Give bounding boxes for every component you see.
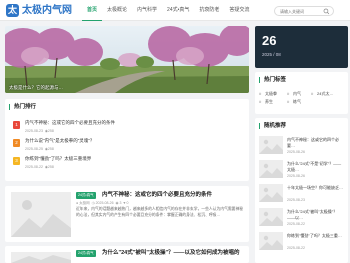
ranking-item[interactable]: 3 你练到"懂劲"了吗？太极三重境界 2025-08-22 ◉258 <box>13 155 249 172</box>
post-date: 2025-08-25 <box>25 147 43 151</box>
recommend-panel: 随机推荐 内气不神秘：这或它的四个必要… 2025-08-26 为什么"24式"… <box>255 118 348 263</box>
recommend-title: 随机推荐 <box>259 123 286 129</box>
article-card[interactable]: 24式•真气 为什么"24式"被叫"太极操"？——以及它如何成为被唱的 <box>5 246 249 263</box>
like-count: 0 <box>126 201 129 205</box>
image-placeholder-icon <box>259 208 283 226</box>
ranking-title: 热门排行 <box>9 104 36 110</box>
recommend-item[interactable]: 内气不神秘：这或它的四个必要… 2025-08-26 <box>259 136 344 159</box>
date-widget: 26 2025 / 08 <box>255 26 348 68</box>
recommend-item[interactable]: 十年太极一场空？你可能缺乏… 2025-08-23 <box>259 184 344 207</box>
hero-banner[interactable]: 太极是什么？它的起源与… <box>5 26 249 93</box>
hot-tags-title: 热门标签 <box>259 77 286 83</box>
user-icon: ● <box>76 201 79 205</box>
ranking-item-meta: 2025-08-23 ◉258 <box>25 129 54 133</box>
rank-badge: 1 <box>13 121 20 129</box>
tag-item[interactable]: 内气 <box>287 90 311 98</box>
article-title[interactable]: 内气不神秘：这或它的四个必要且充分的条件 <box>102 192 212 199</box>
date-month-year: 2025 / 08 <box>262 52 281 57</box>
recommend-item-date: 2025-08-22 <box>287 246 305 250</box>
recommend-item-date: 2025-08-22 <box>287 222 305 226</box>
recommend-item-title[interactable]: 内气不神秘：这或它的四个必要… <box>287 137 344 148</box>
post-date: 2025-08-22 <box>25 165 43 169</box>
recommend-item[interactable]: 你练到"懂劲"了吗？太极三重… 2025-08-22 <box>259 232 344 255</box>
recommend-item-title[interactable]: 为什么"24式"不是"初学"？——太极… <box>287 161 344 172</box>
article-excerpt: 近年来，内气的话题越来越热门，越来越多的人相信内气的存在并非玄学，一些人认为内气… <box>76 207 244 217</box>
hot-tags-panel: 热门标签 太极拳 内气 24式太… 养生 练气 <box>255 72 348 114</box>
post-date: 2025-08-23 <box>25 129 43 133</box>
recommend-item[interactable]: 为什么"24式"被叫"太极操"？——以… 2025-08-22 <box>259 208 344 231</box>
nav-item-inner-qi-science[interactable]: 内气科学 <box>132 0 162 21</box>
image-placeholder-icon <box>259 232 283 250</box>
logo-icon: 太 <box>6 4 19 17</box>
search-box <box>274 6 334 16</box>
rank-badge: 3 <box>13 157 20 165</box>
ranking-item[interactable]: 1 内气不神秘：这或它的四个必要且充分的条件 2025-08-23 ◉258 <box>13 119 249 136</box>
main-nav: 首页 太极概论 内气科学 24式•真气 抗衰防老 答疑交流 <box>82 0 254 21</box>
article-card[interactable]: 24式•真气 内气不神秘：这或它的四个必要且充分的条件 ● 太极网 ◷ 2025… <box>5 186 249 242</box>
clock-icon: ◷ <box>91 201 95 205</box>
article-title[interactable]: 为什么"24式"被叫"太极操"？——以及它如何成为被唱的 <box>102 250 240 257</box>
top-nav-bar: 太 太极内气网 首页 太极概论 内气科学 24式•真气 抗衰防老 答疑交流 <box>0 0 350 21</box>
recommend-item-date: 2025-08-23 <box>287 198 305 202</box>
eye-icon: ◉ <box>115 201 119 205</box>
category-tag[interactable]: 24式•真气 <box>76 250 96 257</box>
tag-item[interactable]: 24式太… <box>311 90 341 98</box>
article-meta: ● 太极网 ◷ 2025-08-26 ◉ 3 ♥ 0 <box>76 201 128 206</box>
ranking-item-title[interactable]: 为什么说"内气"是太极拳的"灵魂"？ <box>25 138 94 144</box>
tag-list: 太极拳 内气 24式太… 养生 练气 <box>259 90 344 106</box>
ranking-item-meta: 2025-08-22 ◉258 <box>25 165 54 169</box>
view-count: 258 <box>47 147 54 151</box>
ranking-item-meta: 2025-08-25 ◉258 <box>25 147 54 151</box>
rank-badge: 2 <box>13 139 20 147</box>
image-placeholder-icon <box>259 160 283 178</box>
nav-item-home[interactable]: 首页 <box>82 0 103 21</box>
nav-item-taiji-overview[interactable]: 太极概论 <box>102 0 132 21</box>
view-count: 258 <box>47 165 54 169</box>
image-placeholder-icon <box>259 136 283 154</box>
ranking-panel: 热门排行 1 内气不神秘：这或它的四个必要且充分的条件 2025-08-23 ◉… <box>5 99 249 181</box>
view-count: 258 <box>47 129 54 133</box>
ranking-item-title[interactable]: 你练到"懂劲"了吗？太极三重境界 <box>25 156 91 162</box>
recommend-item-date: 2025-08-26 <box>287 174 305 178</box>
image-placeholder-icon <box>11 252 71 263</box>
nav-item-anti-aging[interactable]: 抗衰防老 <box>194 0 224 21</box>
image-placeholder-icon <box>11 192 71 237</box>
search-input[interactable] <box>280 8 326 15</box>
ranking-item-title[interactable]: 内气不神秘：这或它的四个必要且充分的条件 <box>25 120 115 126</box>
tag-item[interactable]: 养生 <box>259 98 287 106</box>
search-icon[interactable] <box>323 8 330 15</box>
tag-item[interactable]: 练气 <box>287 98 315 106</box>
category-tag[interactable]: 24式•真气 <box>76 192 96 199</box>
recommend-item-title[interactable]: 为什么"24式"被叫"太极操"？——以… <box>287 209 344 220</box>
tag-item[interactable]: 太极拳 <box>259 90 287 98</box>
date-day: 26 <box>262 33 277 48</box>
recommend-item-title[interactable]: 你练到"懂劲"了吗？太极三重… <box>287 233 344 239</box>
recommend-item-title[interactable]: 十年太极一场空？你可能缺乏… <box>287 185 344 191</box>
site-name: 太极内气网 <box>22 5 72 16</box>
view-count: 3 <box>119 201 122 205</box>
recommend-item[interactable]: 为什么"24式"不是"初学"？——太极… 2025-08-26 <box>259 160 344 183</box>
nav-item-qa[interactable]: 答疑交流 <box>224 0 254 21</box>
ranking-item[interactable]: 2 为什么说"内气"是太极拳的"灵魂"？ 2025-08-25 ◉258 <box>13 137 249 154</box>
image-placeholder-icon <box>259 184 283 202</box>
recommend-item-date: 2025-08-26 <box>287 150 305 154</box>
article-date: 2025-08-26 <box>95 201 114 205</box>
hero-image <box>5 26 249 93</box>
nav-item-24-form[interactable]: 24式•真气 <box>162 0 194 21</box>
hero-caption: 太极是什么？它的起源与… <box>9 85 63 90</box>
site-logo[interactable]: 太 太极内气网 <box>6 4 72 17</box>
article-author: 太极网 <box>79 201 90 205</box>
